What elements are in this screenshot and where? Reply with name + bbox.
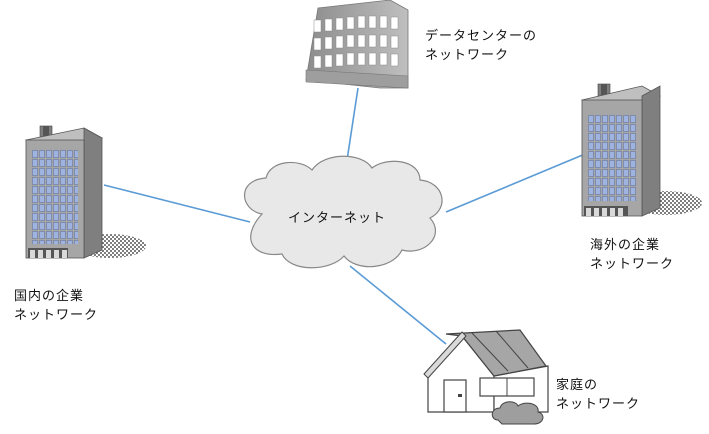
house-icon: [423, 329, 549, 425]
link-domestic: [103, 184, 251, 223]
overseas-label-line2: ネットワーク: [590, 257, 675, 272]
datacenter-building-icon: [305, 0, 409, 89]
datacenter-label-line2: ネットワーク: [425, 48, 510, 63]
datacenter-label-line1: データセンターの: [425, 29, 538, 44]
link-home: [349, 265, 447, 345]
overseas-label: 海外の企業 ネットワーク: [590, 236, 674, 274]
home-label-line1: 家庭の: [556, 378, 599, 393]
internet-label: インターネット: [288, 211, 387, 226]
domestic-building-icon: [24, 125, 146, 259]
link-overseas: [445, 153, 586, 213]
overseas-building-icon: [580, 83, 702, 217]
overseas-label-line1: 海外の企業: [590, 238, 661, 253]
datacenter-label: データセンターの ネットワーク: [425, 27, 537, 65]
domestic-label: 国内の企業 ネットワーク: [14, 287, 98, 325]
domestic-label-line1: 国内の企業: [14, 289, 85, 304]
home-label: 家庭の ネットワーク: [556, 376, 640, 414]
domestic-label-line2: ネットワーク: [14, 308, 99, 323]
home-label-line2: ネットワーク: [556, 397, 641, 412]
